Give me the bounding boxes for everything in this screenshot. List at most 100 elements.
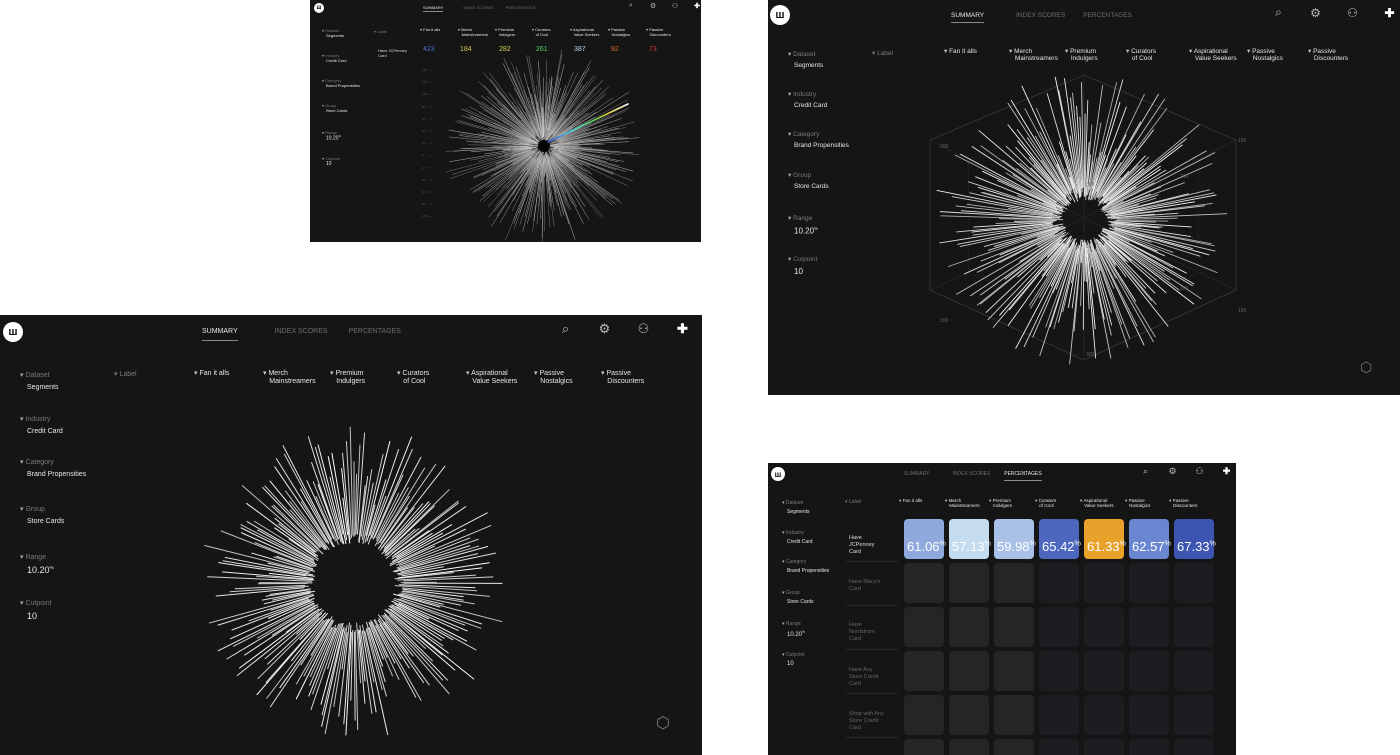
summary-score[interactable]: 282 — [499, 46, 511, 53]
empty-cell[interactable] — [1084, 563, 1124, 603]
tab-summary[interactable]: SUMMARY — [904, 471, 929, 481]
empty-cell[interactable] — [904, 739, 944, 755]
segment-header[interactable]: ▾ Passive Discounters — [1308, 48, 1348, 63]
empty-cell[interactable] — [1129, 695, 1169, 735]
empty-cell[interactable] — [994, 739, 1034, 755]
segment-header[interactable]: ▾ Aspirational Value Seekers — [570, 27, 599, 37]
gear-icon[interactable]: ⚙ — [1159, 466, 1186, 477]
empty-cell[interactable] — [1129, 563, 1169, 603]
percent-cell[interactable]: 61.06% — [904, 519, 946, 559]
sidebar-dataset[interactable]: ▾ Dataset Segments — [782, 500, 829, 530]
empty-cell[interactable] — [1129, 651, 1169, 691]
empty-cell[interactable] — [1174, 607, 1214, 647]
empty-cell[interactable] — [994, 651, 1034, 691]
tab-index-scores[interactable]: INDEX SCORES — [952, 471, 990, 481]
label-column-header[interactable]: ▾ Label — [845, 499, 861, 505]
segment-header[interactable]: ▾ Passive Nostalgics — [608, 27, 630, 37]
percent-cell[interactable]: 67.33% — [1174, 519, 1216, 559]
segment-header[interactable]: ▾ Aspirational Value Seekers — [1189, 48, 1237, 63]
segment-header[interactable]: ▾ Merch Mainstreamers — [458, 27, 488, 37]
empty-cell[interactable] — [1084, 651, 1124, 691]
segment-header[interactable]: ▾ Premium Indulgers — [989, 498, 1012, 509]
summary-score[interactable]: 184 — [460, 46, 472, 53]
empty-cell[interactable] — [1039, 651, 1079, 691]
empty-cell[interactable] — [904, 695, 944, 735]
empty-cell[interactable] — [1084, 695, 1124, 735]
segment-header[interactable]: ▾ Merch Mainstreamers — [1009, 48, 1058, 63]
empty-cell[interactable] — [994, 563, 1034, 603]
segment-header[interactable]: ▾ Aspirational Value Seekers — [466, 370, 517, 386]
sidebar-cutpoint[interactable]: ▾ Cutpoint 10 — [782, 652, 829, 667]
segment-header[interactable]: ▾ Passive Nostalgics — [534, 370, 573, 386]
segment-header[interactable]: ▾ Merch Mainstreamers — [263, 370, 316, 386]
segment-header[interactable]: ▾ Fan it alls — [194, 370, 229, 378]
summary-score[interactable]: 423 — [423, 46, 435, 53]
summary-score[interactable]: 387 — [574, 46, 586, 53]
sidebar-industry[interactable]: ▾ Industry Credit Card — [782, 530, 829, 559]
summary-score[interactable]: 73 — [649, 46, 657, 53]
sidebar-category[interactable]: ▾ Category Brand Propensities — [782, 559, 829, 590]
percent-row-label[interactable]: Have JCPenney Card — [849, 535, 885, 556]
cube-icon[interactable]: ⬡ — [656, 713, 670, 733]
empty-cell[interactable] — [904, 651, 944, 691]
empty-cell[interactable] — [994, 607, 1034, 647]
brand-logo[interactable]: ш — [771, 467, 785, 481]
empty-cell[interactable] — [1174, 739, 1214, 755]
empty-cell[interactable] — [1039, 563, 1079, 603]
segment-header[interactable]: ▾ Passive Discounters — [646, 27, 671, 37]
plus-icon[interactable]: ✚ — [1213, 466, 1236, 477]
segment-header[interactable]: ▾ Fan it alls — [420, 27, 440, 33]
percent-row-label[interactable]: Have Any Store Credit Card — [849, 667, 885, 688]
segment-header[interactable]: ▾ Curators of Cool — [397, 370, 429, 386]
empty-cell[interactable] — [1129, 607, 1169, 647]
cube-icon[interactable]: ⬡ — [1360, 359, 1372, 376]
segment-header[interactable]: ▾ Passive Discounters — [601, 370, 644, 386]
segment-header[interactable]: ▾ Fan it alls — [899, 498, 922, 503]
summary-score[interactable]: 92 — [611, 46, 619, 53]
tab-percentages[interactable]: PERCENTAGES — [1004, 471, 1042, 481]
segment-header[interactable]: ▾ Merch Mainstreamers — [945, 498, 980, 509]
empty-cell[interactable] — [1039, 739, 1079, 755]
empty-cell[interactable] — [949, 695, 989, 735]
segment-header[interactable]: ▾ Passive Discounters — [1169, 498, 1197, 509]
percent-row-label[interactable]: Shop with Any Store Credit Card — [849, 711, 885, 732]
percent-cell[interactable]: 62.57% — [1129, 519, 1171, 559]
segment-header[interactable]: ▾ Premium Indulgers — [495, 27, 515, 37]
empty-cell[interactable] — [1084, 607, 1124, 647]
segment-header[interactable]: ▾ Premium Indulgers — [1065, 48, 1098, 63]
user-icon[interactable]: ⚇ — [1186, 466, 1213, 477]
segment-header-line1: Premium — [1070, 48, 1097, 55]
empty-cell[interactable] — [904, 607, 944, 647]
search-icon[interactable]: ⌕ — [1132, 466, 1159, 477]
percent-cell[interactable]: 65.42% — [1039, 519, 1081, 559]
segment-header[interactable]: ▾ Premium Indulgers — [330, 370, 365, 386]
percent-cell[interactable]: 57.13% — [949, 519, 991, 559]
empty-cell[interactable] — [1039, 607, 1079, 647]
empty-cell[interactable] — [1039, 695, 1079, 735]
empty-cell[interactable] — [1174, 563, 1214, 603]
percent-cell[interactable]: 59.98% — [994, 519, 1036, 559]
segment-header[interactable]: ▾ Aspirational Value Seekers — [1080, 498, 1114, 509]
empty-cell[interactable] — [1174, 695, 1214, 735]
segment-header[interactable]: ▾ Fan it alls — [944, 48, 977, 55]
empty-cell[interactable] — [1129, 739, 1169, 755]
percent-row-label[interactable]: Have Nordstrom Card — [849, 622, 885, 643]
empty-cell[interactable] — [949, 739, 989, 755]
empty-cell[interactable] — [1174, 651, 1214, 691]
empty-cell[interactable] — [1084, 739, 1124, 755]
percent-row-label[interactable]: Have Macy's Card — [849, 579, 885, 593]
empty-cell[interactable] — [949, 563, 989, 603]
sidebar-range[interactable]: ▾ Range 10.20% — [782, 621, 829, 652]
segment-header[interactable]: ▾ Curators of Cool — [532, 27, 550, 37]
segment-header[interactable]: ▾ Passive Nostalgics — [1247, 48, 1283, 63]
empty-cell[interactable] — [949, 607, 989, 647]
summary-score[interactable]: 261 — [536, 46, 548, 53]
empty-cell[interactable] — [949, 651, 989, 691]
segment-header[interactable]: ▾ Curators of Cool — [1035, 498, 1056, 509]
segment-header[interactable]: ▾ Passive Nostalgics — [1125, 498, 1150, 509]
segment-header[interactable]: ▾ Curators of Cool — [1126, 48, 1156, 63]
sidebar-group[interactable]: ▾ Group Store Cards — [782, 590, 829, 621]
percent-cell[interactable]: 61.33% — [1084, 519, 1126, 559]
empty-cell[interactable] — [994, 695, 1034, 735]
empty-cell[interactable] — [904, 563, 944, 603]
